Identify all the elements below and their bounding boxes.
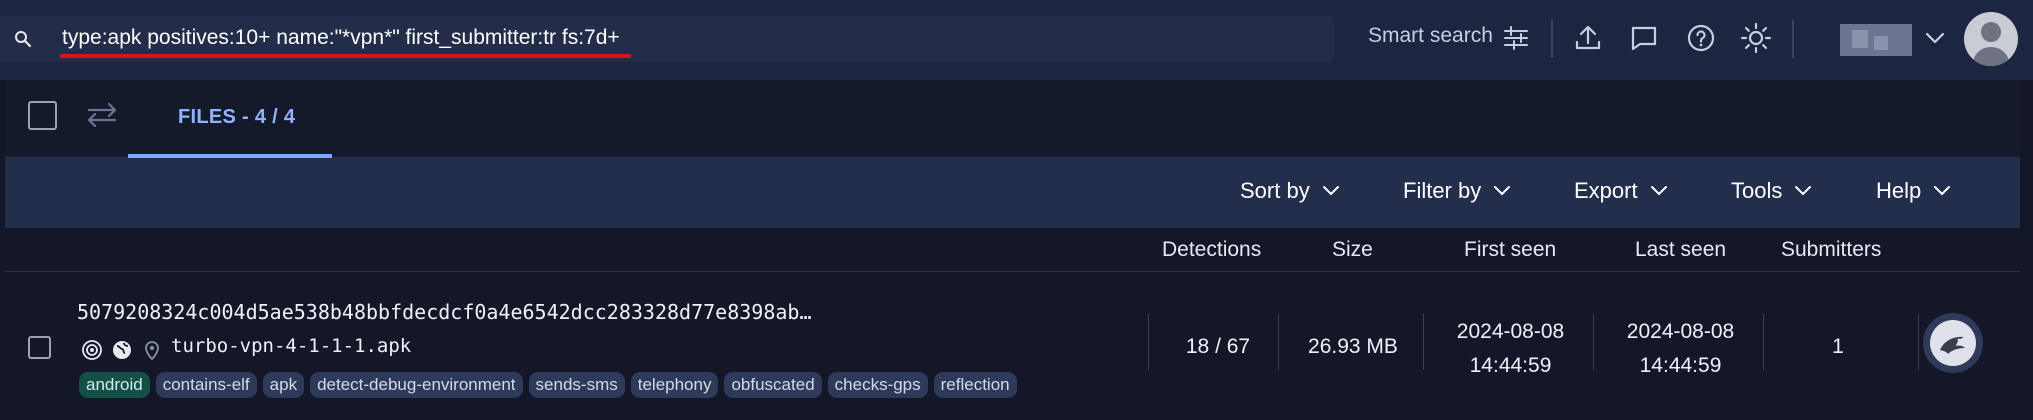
first-seen-date: 2024-08-08 — [1456, 320, 1565, 343]
tools-label: Tools — [1731, 178, 1783, 203]
theme-sun-icon[interactable] — [1740, 22, 1772, 54]
avatar[interactable] — [1964, 12, 2018, 66]
chat-icon[interactable] — [1628, 22, 1660, 54]
last-seen-date: 2024-08-08 — [1626, 320, 1735, 343]
help-label: Help — [1876, 178, 1922, 203]
chevron-down-icon — [1934, 186, 1951, 196]
sort-by-dropdown[interactable]: Sort by — [1240, 178, 1340, 204]
user-silhouette-icon — [1972, 22, 2010, 66]
cell-divider — [1918, 314, 1919, 370]
topbar-divider — [1792, 20, 1794, 58]
bird-logo-icon — [1940, 336, 1965, 354]
sliders-icon[interactable] — [1500, 22, 1532, 54]
column-last-seen[interactable]: Last seen — [1635, 238, 1726, 262]
top-bar: type:apk positives:10+ name:"*vpn*" firs… — [0, 0, 2033, 80]
export-dropdown[interactable]: Export — [1574, 178, 1668, 204]
help-dropdown[interactable]: Help — [1876, 178, 1951, 204]
tag[interactable]: checks-gps — [827, 372, 928, 398]
cell-divider — [1278, 314, 1279, 370]
file-type-icons — [81, 338, 163, 362]
swap-arrows-icon[interactable] — [85, 100, 119, 130]
chevron-down-icon — [1795, 186, 1812, 196]
chevron-down-icon[interactable] — [1920, 26, 1950, 50]
tag-list: android contains-elf apk detect-debug-en… — [79, 372, 1017, 398]
tab-files[interactable]: FILES - 4 / 4 — [128, 80, 332, 158]
search-icon[interactable] — [14, 30, 32, 48]
detections-value[interactable]: 18 / 67 — [1153, 335, 1283, 359]
chevron-down-icon — [1322, 186, 1339, 196]
tag[interactable]: detect-debug-environment — [310, 372, 523, 398]
column-size[interactable]: Size — [1332, 238, 1373, 262]
tab-files-label: FILES - 4 / 4 — [178, 106, 296, 128]
tools-dropdown[interactable]: Tools — [1731, 178, 1812, 204]
tag[interactable]: sends-sms — [528, 372, 625, 398]
cell-divider — [1148, 314, 1149, 370]
sort-by-label: Sort by — [1240, 178, 1310, 203]
chevron-down-icon — [1494, 186, 1511, 196]
column-first-seen[interactable]: First seen — [1464, 238, 1556, 262]
filter-by-label: Filter by — [1403, 178, 1482, 203]
tag[interactable]: telephony — [630, 372, 719, 398]
first-seen-value: 2024-08-08 14:44:59 — [1428, 315, 1593, 383]
topbar-divider — [1551, 20, 1553, 58]
tag[interactable]: apk — [262, 372, 305, 398]
last-seen-time: 14:44:59 — [1639, 354, 1722, 377]
tag[interactable]: contains-elf — [155, 372, 257, 398]
filter-by-dropdown[interactable]: Filter by — [1403, 178, 1511, 204]
table-row[interactable]: 5079208324c004d5ae538b48bbfdecdcf0a4e654… — [5, 280, 2020, 410]
column-submitters[interactable]: Submitters — [1781, 238, 1881, 262]
file-name: turbo-vpn-4-1-1-1.apk — [171, 335, 412, 357]
search-query[interactable]: type:apk positives:10+ name:"*vpn*" firs… — [62, 26, 620, 50]
row-checkbox[interactable] — [28, 336, 51, 359]
sandbox-eye-icon — [82, 340, 102, 360]
select-all-checkbox[interactable] — [28, 101, 57, 130]
search-bar[interactable]: type:apk positives:10+ name:"*vpn*" firs… — [0, 16, 1334, 62]
last-seen-value: 2024-08-08 14:44:59 — [1598, 315, 1763, 383]
query-red-underline — [60, 54, 631, 58]
username-redacted[interactable] — [1840, 24, 1912, 56]
cell-divider — [1423, 314, 1424, 370]
tag[interactable]: android — [79, 372, 150, 398]
submitter-badge[interactable] — [1923, 313, 1983, 373]
smart-search-button[interactable]: Smart search — [1368, 24, 1493, 48]
chevron-down-icon — [1650, 186, 1667, 196]
column-header: Detections Size First seen Last seen Sub… — [5, 228, 2020, 272]
submitters-value: 1 — [1832, 335, 1844, 358]
tag[interactable]: obfuscated — [724, 372, 822, 398]
size-value: 26.93 MB — [1308, 335, 1398, 358]
upload-icon[interactable] — [1572, 22, 1604, 54]
globe-icon — [113, 341, 131, 359]
first-seen-time: 14:44:59 — [1469, 354, 1552, 377]
tabs-row: FILES - 4 / 4 — [5, 80, 2020, 158]
file-hash-link[interactable]: 5079208324c004d5ae538b48bbfdecdcf0a4e654… — [77, 300, 812, 324]
help-icon[interactable] — [1685, 22, 1717, 54]
results-toolbar: Sort by Filter by Export Tools Help — [5, 158, 2020, 228]
cell-divider — [1763, 314, 1764, 370]
column-detections[interactable]: Detections — [1162, 238, 1261, 262]
tag[interactable]: reflection — [933, 372, 1017, 398]
export-label: Export — [1574, 178, 1638, 203]
cell-divider — [1593, 314, 1594, 370]
location-pin-icon — [145, 341, 159, 361]
